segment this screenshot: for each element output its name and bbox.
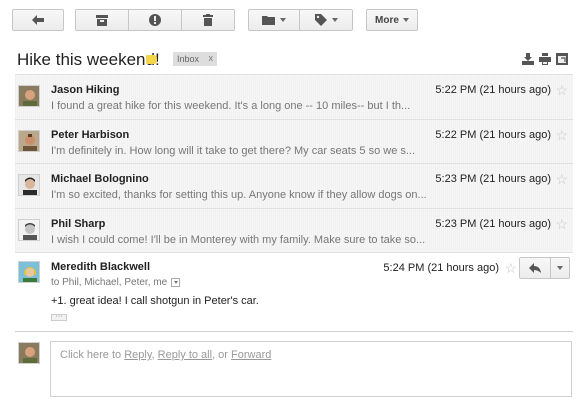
collapsed-message[interactable]: Peter Harbison I'm definitely in. How lo… <box>15 118 573 163</box>
expanded-message: Meredith Blackwell to Phil, Michael, Pet… <box>15 252 573 326</box>
thread-subject: Hike this weekend! <box>17 50 160 69</box>
more-actions-button[interactable] <box>551 257 570 279</box>
avatar <box>18 85 40 107</box>
message-snippet: I'm definitely in. How long will it take… <box>51 144 416 157</box>
message-body: +1. great idea! I call shotgun in Peter'… <box>51 295 259 307</box>
sender-name: Meredith Blackwell <box>51 261 151 273</box>
archive-button[interactable] <box>75 9 129 31</box>
collapsed-message[interactable]: Michael Bolognino I'm so excited, thanks… <box>15 163 573 208</box>
delete-button[interactable] <box>182 9 235 31</box>
reply-link[interactable]: Reply <box>124 349 151 361</box>
move-to-button[interactable] <box>248 9 300 31</box>
back-button[interactable] <box>12 9 64 31</box>
avatar <box>18 174 40 196</box>
reply-button[interactable] <box>519 257 551 279</box>
star-icon[interactable]: ☆ <box>555 82 568 99</box>
sender-name: Michael Bolognino <box>51 173 149 185</box>
avatar <box>18 342 40 364</box>
star-icon[interactable]: ☆ <box>555 127 568 144</box>
inbox-label-text: Inbox <box>177 54 200 64</box>
message-snippet: I wish I could come! I'll be in Monterey… <box>51 233 426 246</box>
download-icon[interactable] <box>522 53 534 65</box>
important-label-icon[interactable] <box>146 55 157 64</box>
forward-link[interactable]: Forward <box>231 349 271 361</box>
toolbar: More <box>0 0 580 42</box>
message-snippet: I'm so excited, thanks for setting this … <box>51 189 427 201</box>
star-icon[interactable]: ☆ <box>555 171 568 188</box>
print-icon[interactable] <box>539 53 551 65</box>
report-spam-button[interactable] <box>129 9 182 31</box>
recipients-text: to Phil, Michael, Peter, me <box>51 277 168 288</box>
archive-icon <box>96 14 108 26</box>
subject-row: Hike this weekend! Inbox x <box>0 42 580 74</box>
avatar <box>18 261 40 283</box>
avatar <box>18 218 40 241</box>
show-details-button[interactable] <box>171 278 181 287</box>
star-icon[interactable]: ☆ <box>555 216 568 233</box>
folder-icon <box>262 16 275 25</box>
back-arrow-icon <box>32 15 44 25</box>
chevron-down-icon <box>280 18 286 22</box>
reply-separator: , or <box>212 349 232 361</box>
trash-icon <box>203 14 213 26</box>
chevron-down-icon <box>331 18 338 22</box>
collapsed-message[interactable]: Phil Sharp I wish I could come! I'll be … <box>15 207 573 252</box>
message-time: 5:22 PM (21 hours ago) <box>435 84 551 96</box>
inbox-label-chip: Inbox x <box>173 52 217 66</box>
tag-icon <box>314 14 327 26</box>
more-button-label: More <box>375 14 399 26</box>
avatar <box>18 129 40 152</box>
star-icon[interactable]: ☆ <box>504 260 517 277</box>
reply-prompt-text: Click here to <box>60 349 125 361</box>
more-button[interactable]: More <box>366 9 418 31</box>
reply-box[interactable]: Click here to Reply, Reply to all, or Fo… <box>50 341 572 397</box>
divider <box>15 331 573 332</box>
new-window-icon[interactable] <box>556 53 568 65</box>
show-trimmed-content-button[interactable]: ··· <box>51 313 67 321</box>
message-time: 5:23 PM (21 hours ago) <box>435 217 551 230</box>
recipients-line: to Phil, Michael, Peter, me <box>51 277 181 288</box>
reply-arrow-icon <box>529 263 541 273</box>
remove-label-button[interactable]: x <box>209 53 214 63</box>
sender-name: Phil Sharp <box>51 217 106 230</box>
message-thread: Jason Hiking I found a great hike for th… <box>15 74 573 326</box>
labels-button[interactable] <box>300 9 353 31</box>
sender-name: Peter Harbison <box>51 128 130 141</box>
reply-all-link[interactable]: Reply to all <box>158 349 212 361</box>
message-time: 5:23 PM (21 hours ago) <box>435 173 551 185</box>
chevron-down-icon <box>173 281 178 284</box>
collapsed-message[interactable]: Jason Hiking I found a great hike for th… <box>15 74 573 119</box>
chevron-down-icon <box>557 266 563 270</box>
message-snippet: I found a great hike for this weekend. I… <box>51 100 411 112</box>
message-time: 5:24 PM (21 hours ago) <box>383 262 499 274</box>
report-spam-icon <box>149 14 161 26</box>
sender-name: Jason Hiking <box>51 84 120 96</box>
chevron-down-icon <box>402 18 409 22</box>
message-time: 5:22 PM (21 hours ago) <box>435 128 551 141</box>
